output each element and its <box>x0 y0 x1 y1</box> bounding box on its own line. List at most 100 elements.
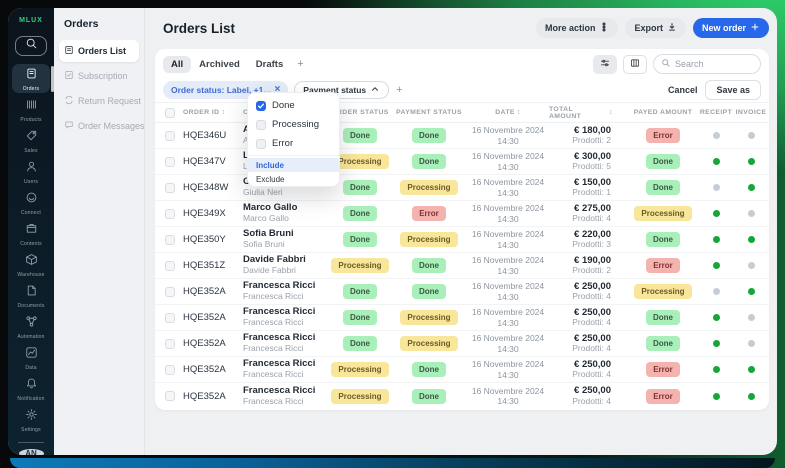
row-checkbox[interactable] <box>165 313 175 323</box>
tab-drafts[interactable]: Drafts <box>248 56 291 73</box>
table-row[interactable]: HQE352A Francesca Ricci Francesca Ricci … <box>155 279 769 305</box>
order-date: 16 Novembre 2024 <box>467 359 549 369</box>
rail-item-documents[interactable]: Documents <box>12 281 50 310</box>
order-time: 14:30 <box>467 136 549 146</box>
order-status-badge: Processing <box>331 258 388 273</box>
row-checkbox[interactable] <box>165 391 175 401</box>
user-avatar[interactable]: AN <box>19 449 44 455</box>
rail-item-products[interactable]: Products <box>12 95 50 124</box>
order-time: 14:30 <box>467 292 549 302</box>
workflow-icon <box>25 315 38 333</box>
payment-status-badge: Done <box>412 389 446 404</box>
rail-item-notification[interactable]: Notification <box>12 374 50 403</box>
rail-item-sales[interactable]: Sales <box>12 126 50 155</box>
sidebar-item-return-request[interactable]: Return Request <box>59 90 139 112</box>
customer-subname: Francesca Ricci <box>243 292 329 302</box>
add-filter-button[interactable]: + <box>389 84 409 96</box>
products-count: Prodotti: 4 <box>572 397 611 407</box>
payed-amount-badge: Error <box>646 128 680 143</box>
row-checkbox[interactable] <box>165 365 175 375</box>
dropdown-option-done[interactable]: Done <box>248 96 339 115</box>
order-date: 16 Novembre 2024 <box>467 307 549 317</box>
add-tab-button[interactable]: + <box>291 58 309 70</box>
dropdown-divider <box>248 155 339 156</box>
cube-icon <box>25 253 38 271</box>
table-row[interactable]: HQE349X Marco Gallo Marco Gallo Done Err… <box>155 201 769 227</box>
select-all-checkbox[interactable] <box>165 108 175 118</box>
sidebar-item-orders-list[interactable]: Orders List <box>59 40 139 62</box>
receipt-indicator <box>713 184 720 191</box>
sort-icon[interactable]: ↕ <box>221 109 225 116</box>
order-time: 14:30 <box>467 188 549 198</box>
sort-icon[interactable]: ↕ <box>609 109 613 116</box>
col-date[interactable]: Date↕ <box>467 109 549 116</box>
rail-search-button[interactable] <box>15 36 47 56</box>
checkbox-icon[interactable] <box>256 139 266 149</box>
invoice-indicator <box>748 158 755 165</box>
row-checkbox[interactable] <box>165 209 175 219</box>
col-total-amount[interactable]: Total Amount↕ <box>549 106 627 120</box>
row-checkbox[interactable] <box>165 131 175 141</box>
order-id: HQE351Z <box>183 260 243 271</box>
checkbox-checked-icon[interactable] <box>256 101 266 111</box>
rail-item-warehouse[interactable]: Warehouse <box>12 250 50 279</box>
rail-item-data[interactable]: Data <box>12 343 50 372</box>
table-row[interactable]: HQE352A Francesca Ricci Francesca Ricci … <box>155 305 769 331</box>
rail-item-orders[interactable]: Orders <box>12 64 50 93</box>
sidebar-item-order-messages[interactable]: Order Messages <box>59 115 139 137</box>
col-payed-amount: Payed Amount <box>627 109 699 116</box>
receipt-indicator <box>713 366 720 373</box>
filter-settings-button[interactable] <box>593 55 617 74</box>
customer-subname: Sofia Bruni <box>243 240 329 250</box>
tab-archived[interactable]: Archived <box>191 56 248 73</box>
col-receipt: Receipt <box>699 109 733 116</box>
return-icon <box>64 95 74 107</box>
table-row[interactable]: HQE352A Francesca Ricci Francesca Ricci … <box>155 383 769 409</box>
rail-scrollbar-thumb[interactable] <box>51 66 54 92</box>
row-checkbox[interactable] <box>165 261 175 271</box>
dropdown-mode-include[interactable]: Include <box>248 158 339 172</box>
row-checkbox[interactable] <box>165 157 175 167</box>
rail-item-users[interactable]: Users <box>12 157 50 186</box>
invoice-indicator <box>748 184 755 191</box>
order-status-badge: Processing <box>331 389 388 404</box>
export-button[interactable]: Export <box>625 18 686 38</box>
tab-all[interactable]: All <box>163 56 191 73</box>
checkbox-icon[interactable] <box>256 120 266 130</box>
row-checkbox[interactable] <box>165 183 175 193</box>
customer-subname: Davide Fabbri <box>243 266 329 276</box>
order-id: HQE352A <box>183 312 243 323</box>
cancel-button[interactable]: Cancel <box>668 85 698 95</box>
rail-item-connect[interactable]: Connect <box>12 188 50 217</box>
sort-icon[interactable]: ↕ <box>517 109 521 116</box>
save-as-button[interactable]: Save as <box>705 80 761 100</box>
table-row[interactable]: HQE350Y Sofia Bruni Sofia Bruni Done Pro… <box>155 227 769 253</box>
table-search[interactable] <box>653 54 761 74</box>
payment-status-badge: Done <box>412 258 446 273</box>
more-action-button[interactable]: More action <box>536 18 619 38</box>
table-row[interactable]: HQE352A Francesca Ricci Francesca Ricci … <box>155 331 769 357</box>
row-checkbox[interactable] <box>165 235 175 245</box>
dropdown-option-processing[interactable]: Processing <box>248 115 339 134</box>
dropdown-mode-exclude[interactable]: Exclude <box>248 172 339 186</box>
dropdown-option-error[interactable]: Error <box>248 134 339 153</box>
order-date: 16 Novembre 2024 <box>467 255 549 265</box>
sidebar-item-subscription[interactable]: Subscription <box>59 65 139 87</box>
order-date: 16 Novembre 2024 <box>467 177 549 187</box>
customer-subname: Francesca Ricci <box>243 344 329 354</box>
col-order-id[interactable]: Order ID↕ <box>183 109 243 116</box>
new-order-button[interactable]: New order <box>693 18 769 38</box>
search-input[interactable] <box>675 59 753 69</box>
columns-view-button[interactable] <box>623 55 647 74</box>
receipt-indicator <box>713 393 720 400</box>
row-checkbox[interactable] <box>165 287 175 297</box>
products-count: Prodotti: 5 <box>572 162 611 172</box>
rail-item-contents[interactable]: Contents <box>12 219 50 248</box>
table-row[interactable]: HQE351Z Davide Fabbri Davide Fabbri Proc… <box>155 253 769 279</box>
rail-item-automation[interactable]: Automation <box>12 312 50 341</box>
connect-icon <box>25 191 38 209</box>
rail-item-settings[interactable]: Settings <box>12 405 50 434</box>
row-checkbox[interactable] <box>165 339 175 349</box>
payed-amount-badge: Done <box>646 232 680 247</box>
table-row[interactable]: HQE352A Francesca Ricci Francesca Ricci … <box>155 357 769 383</box>
